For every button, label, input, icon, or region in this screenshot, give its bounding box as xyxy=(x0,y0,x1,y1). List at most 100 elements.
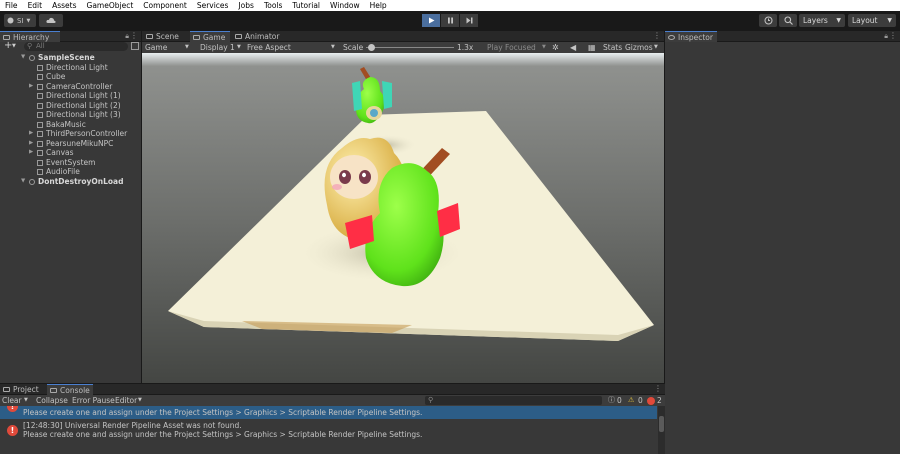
clear-button[interactable]: Clear xyxy=(2,395,22,406)
hierarchy-item[interactable]: AudioFile xyxy=(37,167,80,177)
chevron-down-icon[interactable]: ▼ xyxy=(12,43,16,49)
bottom-tabbar: Project Console ⋮ xyxy=(0,384,665,395)
gizmos-button[interactable]: Gizmos xyxy=(625,42,653,53)
hierarchy-item[interactable]: ▶ Canvas xyxy=(29,148,74,158)
tab-inspector[interactable]: Inspector xyxy=(665,31,717,42)
hierarchy-item[interactable]: EventSystem xyxy=(37,158,95,168)
tab-game[interactable]: Game xyxy=(190,31,230,42)
hierarchy-item-label: Canvas xyxy=(46,148,74,157)
aspect-dropdown[interactable]: Free Aspect xyxy=(247,42,291,53)
more-options-icon[interactable]: ⋮ xyxy=(130,31,138,40)
scene-icon xyxy=(29,178,35,185)
console-scrollbar[interactable] xyxy=(658,406,665,454)
chevron-right-icon[interactable]: ▼ xyxy=(21,53,25,63)
tab-project-label: Project xyxy=(13,385,39,394)
layout-dropdown[interactable]: Layout ▼ xyxy=(848,14,896,27)
hierarchy-item-label: Cube xyxy=(46,72,66,81)
play-button[interactable] xyxy=(422,14,440,27)
chevron-down-icon: ▼ xyxy=(836,17,841,24)
menu-help[interactable]: Help xyxy=(365,0,392,11)
gameobject-icon xyxy=(37,64,43,71)
layers-dropdown[interactable]: Layers ▼ xyxy=(799,14,845,27)
hierarchy-item[interactable]: ▶ CameraController xyxy=(29,82,112,92)
chevron-down-icon: ▼ xyxy=(24,397,28,403)
hierarchy-search-input[interactable]: ⚲ All xyxy=(24,42,128,51)
menu-component[interactable]: Component xyxy=(138,0,192,11)
console-entry[interactable]: ! [12:48:30] Universal Render Pipeline A… xyxy=(0,420,657,440)
search-button[interactable] xyxy=(779,14,797,27)
hierarchy-item[interactable]: ▶ PearsuneMikuNPC xyxy=(29,139,113,149)
history-button[interactable] xyxy=(759,14,777,27)
account-button[interactable]: SI ▼ xyxy=(4,14,36,27)
cloud-button[interactable] xyxy=(39,14,63,27)
menu-gameobject[interactable]: GameObject xyxy=(82,0,139,11)
hierarchy-item[interactable]: Directional Light (2) xyxy=(37,101,121,111)
bug-icon[interactable]: ✲ xyxy=(552,42,559,53)
pause-button[interactable] xyxy=(441,14,459,27)
chevron-right-icon[interactable]: ▶ xyxy=(29,139,33,149)
menu-jobs[interactable]: Jobs xyxy=(233,0,258,11)
chevron-right-icon[interactable]: ▶ xyxy=(29,82,33,92)
hierarchy-dont-destroy[interactable]: ▼ DontDestroyOnLoad xyxy=(21,177,123,187)
hierarchy-item[interactable]: Directional Light (1) xyxy=(37,91,121,101)
more-options-icon[interactable]: ⋮ xyxy=(654,384,662,393)
error-count: 2 xyxy=(657,396,662,405)
scale-slider-thumb[interactable] xyxy=(367,44,375,51)
more-options-icon[interactable]: ⋮ xyxy=(653,31,661,40)
hierarchy-item[interactable]: ▶ ThirdPersonController xyxy=(29,129,127,139)
scale-slider-track[interactable] xyxy=(366,44,454,51)
play-focused-dropdown[interactable]: Play Focused xyxy=(487,42,536,53)
step-button[interactable] xyxy=(460,14,478,27)
menu-edit[interactable]: Edit xyxy=(23,0,48,11)
console-entry-line1: [12:48:30] Universal Render Pipeline Ass… xyxy=(23,421,242,430)
scene-visibility-icon[interactable] xyxy=(131,42,139,50)
console-search-input[interactable]: ⚲ xyxy=(425,396,602,405)
editor-dropdown[interactable]: Editor xyxy=(115,395,137,406)
chevron-right-icon[interactable]: ▶ xyxy=(29,129,33,139)
menu-assets[interactable]: Assets xyxy=(47,0,81,11)
tab-hierarchy-label: Hierarchy xyxy=(13,33,50,42)
grid-icon[interactable]: ▦ xyxy=(588,42,596,53)
menu-tools[interactable]: Tools xyxy=(259,0,287,11)
game-viewport[interactable] xyxy=(142,53,664,383)
more-options-icon[interactable]: ⋮ xyxy=(889,31,897,40)
stats-button[interactable]: Stats xyxy=(603,42,622,53)
play-controls xyxy=(422,14,478,27)
menu-window[interactable]: Window xyxy=(325,0,365,11)
warning-count-icon[interactable]: ⚠ xyxy=(628,395,634,406)
chevron-right-icon[interactable]: ▼ xyxy=(21,177,25,187)
hierarchy-item-label: Directional Light xyxy=(46,62,108,72)
console-entry[interactable]: ! Please create one and assign under the… xyxy=(0,406,657,419)
error-count-icon[interactable] xyxy=(647,397,655,405)
info-count-icon[interactable]: ⓘ xyxy=(608,395,615,406)
chevron-down-icon: ▼ xyxy=(887,17,892,24)
menu-services[interactable]: Services xyxy=(192,0,234,11)
collapse-button[interactable]: Collapse xyxy=(36,395,68,406)
hierarchy-item[interactable]: Cube xyxy=(37,72,65,82)
menu-file[interactable]: File xyxy=(0,0,23,11)
hierarchy-scene[interactable]: ▼ SampleScene xyxy=(21,53,95,63)
hierarchy-item[interactable]: Directional Light (3) xyxy=(37,110,121,120)
console-entry-line2: Please create one and assign under the P… xyxy=(23,430,423,439)
hierarchy-item[interactable]: Directional Light xyxy=(37,63,108,73)
view-mode-dropdown[interactable]: Game xyxy=(145,42,167,53)
chevron-right-icon[interactable]: ▶ xyxy=(29,148,33,158)
info-icon xyxy=(668,35,675,40)
display-dropdown[interactable]: Display 1 xyxy=(200,42,235,53)
chevron-down-icon: ▼ xyxy=(237,44,241,50)
gameobject-icon xyxy=(37,140,43,147)
tab-scene[interactable]: Scene xyxy=(143,31,189,42)
error-pause-button[interactable]: Error Pause xyxy=(72,395,115,406)
layout-label: Layout xyxy=(852,16,878,25)
lock-icon[interactable]: 🔒︎ xyxy=(884,32,888,41)
lock-icon[interactable]: 🔒︎ xyxy=(125,32,129,41)
tab-console[interactable]: Console xyxy=(47,384,93,395)
console-scrollbar-thumb[interactable] xyxy=(659,416,664,432)
menu-tutorial[interactable]: Tutorial xyxy=(287,0,325,11)
mute-audio-icon[interactable]: ◀ xyxy=(570,42,576,53)
chevron-down-icon: ▼ xyxy=(331,44,335,50)
chevron-down-icon: ▼ xyxy=(138,397,142,403)
hierarchy-item[interactable]: BakaMusic xyxy=(37,120,86,130)
tab-animator[interactable]: Animator xyxy=(232,31,290,42)
tab-project[interactable]: Project xyxy=(0,384,44,395)
